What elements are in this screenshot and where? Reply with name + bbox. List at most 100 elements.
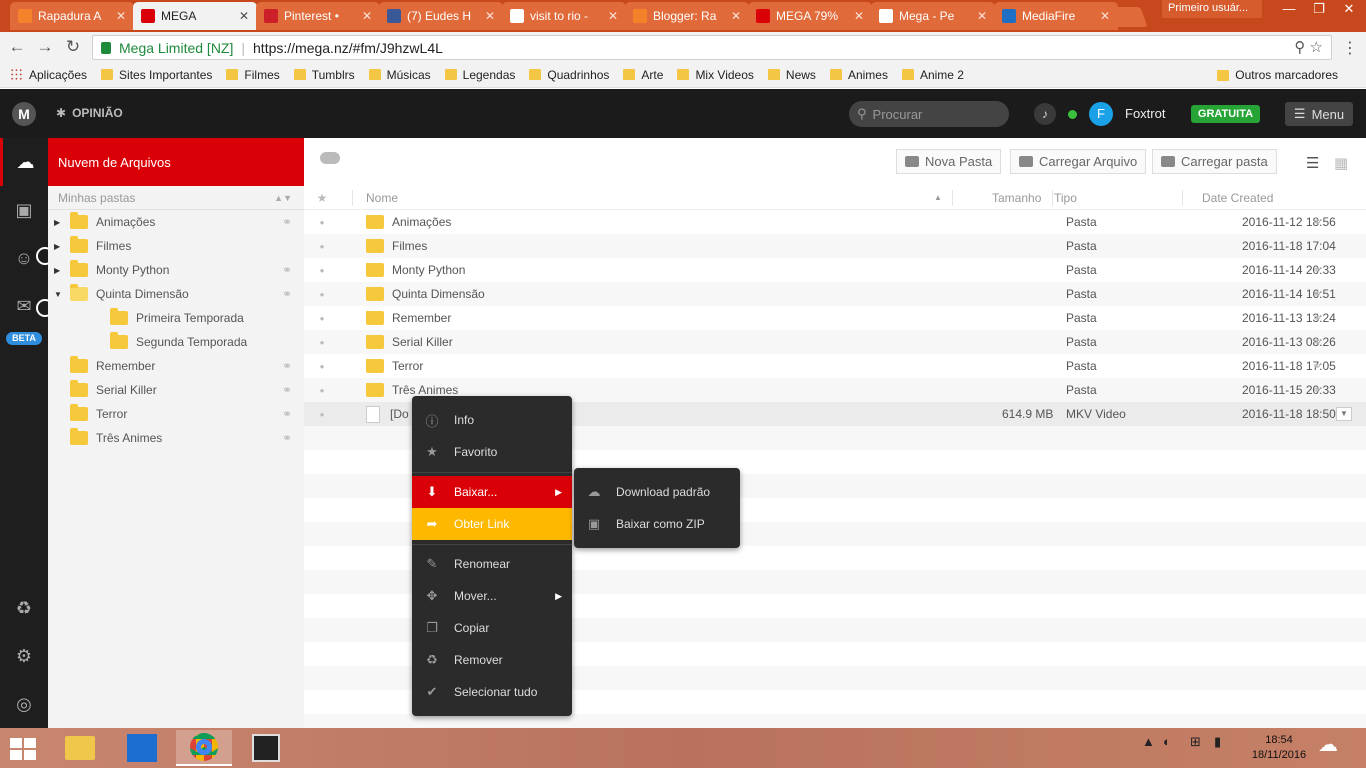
table-row[interactable]: ● Filmes Pasta 2016-11-18 17:04	[304, 234, 1366, 258]
bookmark-item[interactable]: Legendas	[444, 68, 515, 82]
context-remove-item[interactable]: ♻ Remover	[412, 644, 572, 676]
tree-folder-item[interactable]: Serial Killer ⚭	[48, 378, 304, 402]
back-button[interactable]: ←	[6, 37, 28, 57]
windows-start-icon[interactable]	[10, 738, 38, 760]
chrome-icon[interactable]	[176, 730, 232, 766]
volume-icon[interactable]: ◐	[1163, 734, 1171, 749]
link-icon[interactable]: ⚭	[282, 287, 292, 301]
table-row[interactable]: ● Animações Pasta 2016-11-12 18:56 ⚭	[304, 210, 1366, 234]
tab-close-icon[interactable]: ✕	[362, 9, 372, 23]
address-bar[interactable]: Mega Limited [NZ] | https://mega.nz/#fm/…	[92, 35, 1332, 60]
table-row[interactable]: ● Quinta Dimensão Pasta 2016-11-14 16:51…	[304, 282, 1366, 306]
caret-down-icon[interactable]: ▼	[54, 290, 64, 299]
bookmark-item[interactable]: Quadrinhos	[529, 68, 609, 82]
name-column-header[interactable]: Nome ▲	[340, 191, 942, 205]
link-icon[interactable]: ⚭	[282, 263, 292, 277]
link-icon[interactable]: ⚭	[1312, 287, 1322, 301]
tree-folder-item[interactable]: ▶ Animações ⚭	[48, 210, 304, 234]
rubbish-bin-icon[interactable]: ♻	[0, 584, 48, 632]
reload-button[interactable]: ↻	[62, 37, 84, 57]
table-row[interactable]: ● Terror Pasta 2016-11-18 17:05 ⚭	[304, 354, 1366, 378]
table-row[interactable]: ● Remember Pasta 2016-11-13 13:24 ⚭	[304, 306, 1366, 330]
link-icon[interactable]: ⚭	[1312, 335, 1322, 349]
type-column-header[interactable]: Tipo	[1030, 191, 1160, 205]
file-explorer-icon[interactable]	[52, 730, 108, 766]
tray-chevron-icon[interactable]: ▲	[1142, 734, 1155, 749]
bookmark-item[interactable]: Animes	[829, 68, 888, 82]
context-get-link-item[interactable]: ➦ Obter Link	[412, 508, 572, 540]
close-window-button[interactable]: ✕	[1332, 0, 1366, 20]
tree-folder-item[interactable]: ▶ Filmes	[48, 234, 304, 258]
favorite-dot-icon[interactable]: ●	[304, 266, 340, 275]
chrome-menu-icon[interactable]: ⋮	[1342, 38, 1358, 58]
browser-tab[interactable]: Blogger: Ra ✕	[625, 2, 749, 30]
bookmark-item[interactable]: Anime 2	[901, 68, 964, 82]
apps-bookmark[interactable]: Aplicações	[10, 68, 87, 82]
tab-close-icon[interactable]: ✕	[731, 9, 741, 23]
tab-close-icon[interactable]: ✕	[608, 9, 618, 23]
browser-tab[interactable]: MediaFire ✕	[994, 2, 1118, 30]
eye-app-icon[interactable]	[238, 730, 294, 766]
menu-button[interactable]: ☰ Menu	[1285, 102, 1353, 126]
link-icon[interactable]: ⚭	[1312, 311, 1322, 325]
browser-tab[interactable]: (7) Eudes H ✕	[379, 2, 503, 30]
grid-view-icon[interactable]: ▦	[1334, 154, 1348, 172]
bookmark-item[interactable]: Tumblrs	[293, 68, 355, 82]
forward-button[interactable]: →	[34, 37, 56, 57]
tab-close-icon[interactable]: ✕	[239, 9, 249, 23]
context-rename-item[interactable]: ✎ Renomear	[412, 548, 572, 580]
browser-tab[interactable]: Mega - Pe ✕	[871, 2, 995, 30]
sort-arrows-icon[interactable]: ▲▼	[274, 193, 292, 203]
favorite-dot-icon[interactable]: ●	[304, 386, 340, 395]
shared-folders-icon[interactable]: ▣	[0, 186, 48, 234]
context-move-item[interactable]: ✥ Mover... ▶	[412, 580, 572, 612]
bookmark-item[interactable]: Mix Videos	[677, 68, 754, 82]
tab-close-icon[interactable]: ✕	[485, 9, 495, 23]
link-icon[interactable]: ⚭	[282, 407, 292, 421]
download-standard-item[interactable]: ☁ Download padrão	[574, 476, 740, 508]
tree-title[interactable]: Nuvem de Arquivos	[48, 138, 304, 186]
tree-folder-item[interactable]: ▶ Monty Python ⚭	[48, 258, 304, 282]
settings-gear-icon[interactable]: ⚙	[0, 632, 48, 680]
browser-tab[interactable]: MEGA 79% ✕	[748, 2, 872, 30]
tree-folder-item[interactable]: Três Animes ⚭	[48, 426, 304, 450]
profile-button[interactable]: Primeiro usuár...	[1162, 0, 1262, 18]
caret-right-icon[interactable]: ▶	[54, 242, 64, 251]
mega-logo[interactable]: M	[12, 102, 36, 126]
bookmark-item[interactable]: Arte	[623, 68, 663, 82]
tree-folder-item[interactable]: Terror ⚭	[48, 402, 304, 426]
date-column-header[interactable]: Date Created	[1160, 191, 1320, 205]
notifications-bell-icon[interactable]: ♪	[1034, 103, 1056, 125]
link-icon[interactable]: ⚭	[282, 359, 292, 373]
system-clock[interactable]: 18:54 18/11/2016	[1246, 733, 1312, 763]
favorite-dot-icon[interactable]: ●	[304, 314, 340, 323]
context-select-all-item[interactable]: ✔ Selecionar tudo	[412, 676, 572, 708]
tree-folder-item[interactable]: ▼ Quinta Dimensão ⚭	[48, 282, 304, 306]
table-row[interactable]: ● Monty Python Pasta 2016-11-14 20:33 ⚭	[304, 258, 1366, 282]
plan-badge[interactable]: GRATUITA	[1191, 105, 1260, 123]
onedrive-cloud-icon[interactable]: ☁	[1318, 732, 1338, 757]
context-download-item[interactable]: ⬇ Baixar... ▶	[412, 476, 572, 508]
upload-folder-button[interactable]: Carregar pasta	[1152, 149, 1277, 174]
caret-right-icon[interactable]: ▶	[54, 218, 64, 227]
favorite-dot-icon[interactable]: ●	[304, 218, 340, 227]
link-icon[interactable]: ⚭	[282, 383, 292, 397]
browser-tab[interactable]: visit to rio - ✕	[502, 2, 626, 30]
transfers-icon[interactable]: ◎	[0, 680, 48, 728]
browser-tab[interactable]: Pinterest • ✕	[256, 2, 380, 30]
cloud-breadcrumb-icon[interactable]	[320, 152, 340, 164]
user-name[interactable]: Foxtrot	[1125, 106, 1165, 121]
context-copy-item[interactable]: ❐ Copiar	[412, 612, 572, 644]
tree-folder-item[interactable]: Primeira Temporada	[48, 306, 304, 330]
favorite-dot-icon[interactable]: ●	[304, 338, 340, 347]
browser-tab[interactable]: MEGA ✕	[133, 2, 257, 30]
tree-folder-item[interactable]: Remember ⚭	[48, 354, 304, 378]
favorite-dot-icon[interactable]: ●	[304, 290, 340, 299]
tree-subheader[interactable]: Minhas pastas ▲▼	[48, 186, 304, 210]
link-icon[interactable]: ⚭	[282, 431, 292, 445]
bookmark-item[interactable]: Músicas	[368, 68, 431, 82]
caret-right-icon[interactable]: ▶	[54, 266, 64, 275]
tree-folder-item[interactable]: Segunda Temporada	[48, 330, 304, 354]
minimize-button[interactable]: —	[1272, 0, 1306, 20]
context-favorite-item[interactable]: ★ Favorito	[412, 436, 572, 468]
